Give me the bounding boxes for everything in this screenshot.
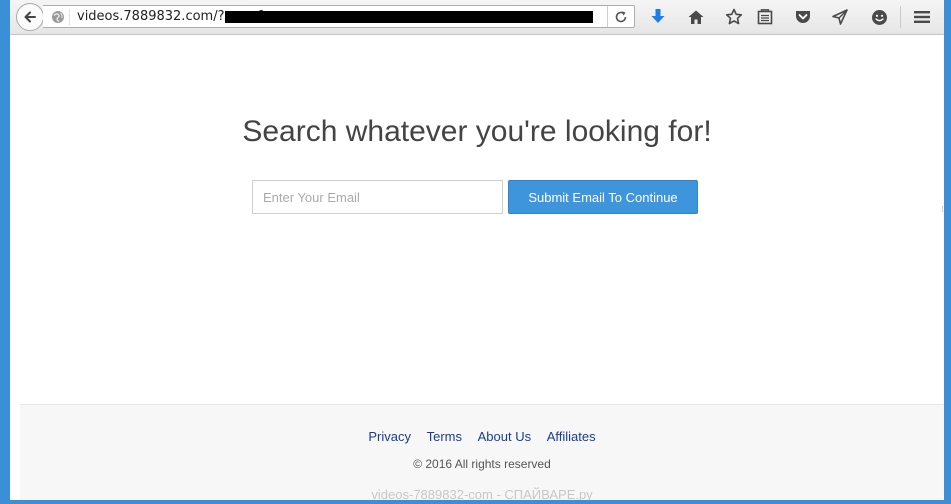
email-field[interactable] xyxy=(252,180,503,214)
download-button[interactable] xyxy=(648,7,668,27)
reading-list-icon xyxy=(757,9,773,25)
page-title: Search whatever you're looking for! xyxy=(242,115,712,148)
url-redaction xyxy=(225,11,593,23)
smiley-icon xyxy=(871,9,887,25)
home-icon xyxy=(688,10,704,24)
affiliates-link[interactable]: Affiliates xyxy=(547,429,596,444)
home-button[interactable] xyxy=(686,7,706,27)
footer: Privacy Terms About Us Affiliates © 2016… xyxy=(20,404,944,500)
about-us-link[interactable]: About Us xyxy=(478,429,531,444)
reload-button[interactable] xyxy=(607,6,634,27)
bookmark-star-icon xyxy=(725,8,743,25)
send-icon xyxy=(832,9,848,25)
scroll-edge-marker: ⁞ xyxy=(941,205,944,215)
toolbar-separator xyxy=(900,6,901,28)
pocket-button[interactable] xyxy=(793,7,813,27)
send-button[interactable] xyxy=(830,7,850,27)
reading-list-button[interactable] xyxy=(755,7,775,27)
back-arrow-icon xyxy=(24,11,36,23)
url-bar[interactable]: videos.7889832.com/?sov=1 xyxy=(43,5,635,28)
browser-window: videos.7889832.com/?sov=1 Search whateve… xyxy=(10,0,944,500)
hamburger-menu-icon xyxy=(914,11,930,23)
back-button[interactable] xyxy=(16,3,44,31)
reload-icon xyxy=(615,10,627,22)
submit-email-button[interactable]: Submit Email To Continue xyxy=(508,180,698,214)
footer-links: Privacy Terms About Us Affiliates xyxy=(20,429,944,444)
privacy-link[interactable]: Privacy xyxy=(368,429,411,444)
browser-toolbar: videos.7889832.com/?sov=1 xyxy=(10,0,944,35)
menu-button[interactable] xyxy=(912,7,932,27)
pocket-icon xyxy=(796,11,810,23)
bookmark-button[interactable] xyxy=(724,7,744,27)
globe-icon xyxy=(52,11,64,23)
download-icon xyxy=(651,9,665,23)
feedback-button[interactable] xyxy=(869,7,889,27)
terms-link[interactable]: Terms xyxy=(427,429,462,444)
copyright-text: © 2016 All rights reserved xyxy=(413,457,551,471)
watermark-text: videos-7889832-com - СПАЙВАРЕ.ру xyxy=(371,487,593,500)
page-content: Search whatever you're looking for! Subm… xyxy=(10,35,944,500)
